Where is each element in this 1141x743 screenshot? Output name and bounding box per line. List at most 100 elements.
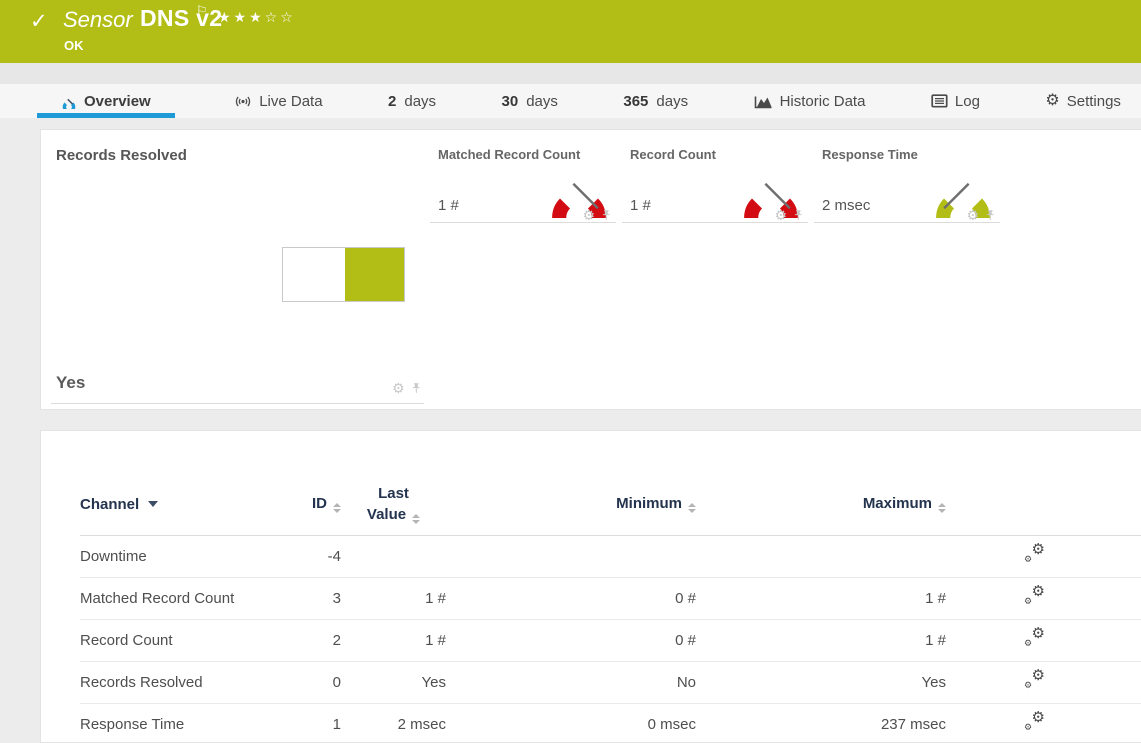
table-row-records-resolved: Records Resolved 0 Yes No Yes ⚙⚙: [80, 662, 1141, 704]
channel-last-value: Yes: [341, 662, 446, 704]
channel-id: 2: [280, 620, 341, 662]
channel-name: Record Count: [80, 620, 280, 662]
column-header-minimum[interactable]: Minimum: [446, 473, 696, 536]
tab-label: Live Data: [259, 93, 322, 110]
gauge-value: 1 #: [630, 197, 651, 214]
gauge-panel-matched-record-count: Matched Record Count 1 # ⚙: [430, 130, 618, 225]
channel-name: Response Time: [80, 704, 280, 743]
pin-icon[interactable]: [411, 382, 422, 395]
sensor-type-label: Sensor: [63, 7, 133, 33]
channel-last-value: 1 #: [341, 578, 446, 620]
column-label: ID: [312, 495, 327, 512]
gear-icon[interactable]: ⚙: [392, 381, 405, 395]
table-row-response-time: Response Time 1 2 msec 0 msec 237 msec ⚙…: [80, 704, 1141, 743]
gear-icon[interactable]: ⚙: [582, 208, 595, 222]
sensor-title: DNS v2: [140, 5, 222, 32]
column-header-channel[interactable]: Channel: [80, 473, 280, 536]
column-label: Channel: [80, 496, 139, 513]
caret-down-icon: [148, 501, 158, 507]
area-chart-icon: [754, 94, 773, 109]
gear-icon[interactable]: ⚙: [966, 208, 979, 222]
channel-id: -4: [280, 536, 341, 578]
status-check-icon: ✓: [30, 9, 48, 34]
channel-settings-button[interactable]: ⚙⚙: [1024, 713, 1045, 732]
gauge-panel-response-time: Response Time 2 msec ⚙: [814, 130, 1002, 225]
channel-minimum: 0 msec: [446, 704, 696, 743]
pin-icon[interactable]: [601, 209, 612, 222]
channel-maximum: Yes: [696, 662, 946, 704]
panel-controls: ⚙: [774, 208, 804, 222]
channel-minimum: [446, 536, 696, 578]
column-label: Maximum: [863, 495, 932, 512]
channel-maximum: 1 #: [696, 578, 946, 620]
sort-arrows-icon: [938, 503, 946, 513]
column-header-id[interactable]: ID: [280, 473, 341, 536]
tab-label: Log: [955, 93, 980, 110]
header-spacer-band: [0, 63, 1141, 84]
channel-settings-button[interactable]: ⚙⚙: [1024, 671, 1045, 690]
records-resolved-bar-chart: [282, 247, 405, 302]
tab-number: 2: [388, 93, 396, 110]
status-badge: OK: [64, 38, 84, 53]
gauge-icon: [61, 93, 77, 109]
gauge-title: Response Time: [822, 147, 918, 162]
bar-green-segment: [345, 248, 404, 301]
pin-icon[interactable]: [985, 209, 996, 222]
tab-label: Overview: [84, 93, 151, 110]
column-label: Minimum: [616, 495, 682, 512]
gear-icon[interactable]: ⚙: [774, 208, 787, 222]
panel-underline: [622, 222, 808, 223]
priority-star-rating[interactable]: ★★★☆☆: [218, 9, 296, 26]
column-header-last-value[interactable]: Last Value: [341, 473, 446, 536]
tab-log[interactable]: Log: [925, 84, 986, 118]
table-row-downtime: Downtime -4 ⚙⚙: [80, 536, 1141, 578]
channel-last-value: 1 #: [341, 620, 446, 662]
sort-arrows-icon: [688, 503, 696, 513]
panel-underline: [814, 222, 1000, 223]
sort-arrows-icon: [333, 503, 341, 513]
channel-last-value: 2 msec: [341, 704, 446, 743]
tab-365-days[interactable]: 365 days: [617, 84, 694, 118]
tab-30-days[interactable]: 30 days: [496, 84, 564, 118]
tab-label: Settings: [1067, 93, 1121, 110]
channel-settings-button[interactable]: ⚙⚙: [1024, 545, 1045, 564]
pin-icon[interactable]: [793, 209, 804, 222]
sensor-overview-page: ✓ Sensor DNS v2 ⚐ ★★★☆☆ OK Overview Live…: [0, 0, 1141, 743]
channel-maximum: [696, 536, 946, 578]
panel-underline: [51, 403, 424, 404]
tab-label: days: [404, 93, 436, 110]
tab-overview[interactable]: Overview: [37, 84, 175, 118]
panel-controls: ⚙: [966, 208, 996, 222]
channel-minimum: No: [446, 662, 696, 704]
channel-name: Matched Record Count: [80, 578, 280, 620]
panel-controls: ⚙: [582, 208, 612, 222]
tab-bar: Overview Live Data 2 days 30 days 365 da…: [0, 84, 1141, 118]
column-header-maximum[interactable]: Maximum: [696, 473, 946, 536]
gear-icon: ⚙: [1045, 93, 1059, 109]
tab-settings[interactable]: ⚙ Settings: [1039, 84, 1127, 118]
channel-last-value: [341, 536, 446, 578]
channel-maximum: 1 #: [696, 620, 946, 662]
channel-table-card: Channel ID Last Value Minimum Maximum: [40, 430, 1141, 743]
tab-label: days: [526, 93, 558, 110]
column-label: Value: [367, 506, 406, 523]
gauge-value: 1 #: [438, 197, 459, 214]
column-label: Last: [341, 483, 446, 504]
sort-arrows-icon: [412, 514, 420, 524]
tab-2-days[interactable]: 2 days: [382, 84, 442, 118]
channel-settings-button[interactable]: ⚙⚙: [1024, 587, 1045, 606]
flag-icon[interactable]: ⚐: [196, 3, 208, 19]
channel-table: Channel ID Last Value Minimum Maximum: [80, 473, 1141, 743]
channel-id: 3: [280, 578, 341, 620]
panel-value: Yes: [56, 373, 85, 393]
channel-id: 1: [280, 704, 341, 743]
table-row-matched-record-count: Matched Record Count 3 1 # 0 # 1 # ⚙⚙: [80, 578, 1141, 620]
channel-id: 0: [280, 662, 341, 704]
channel-minimum: 0 #: [446, 578, 696, 620]
sensor-header: ✓ Sensor DNS v2 ⚐ ★★★☆☆ OK: [0, 0, 1141, 63]
channel-settings-button[interactable]: ⚙⚙: [1024, 629, 1045, 648]
tab-label: Historic Data: [780, 93, 866, 110]
gauge-title: Record Count: [630, 147, 716, 162]
tab-live-data[interactable]: Live Data: [228, 84, 328, 118]
tab-historic-data[interactable]: Historic Data: [748, 84, 872, 118]
